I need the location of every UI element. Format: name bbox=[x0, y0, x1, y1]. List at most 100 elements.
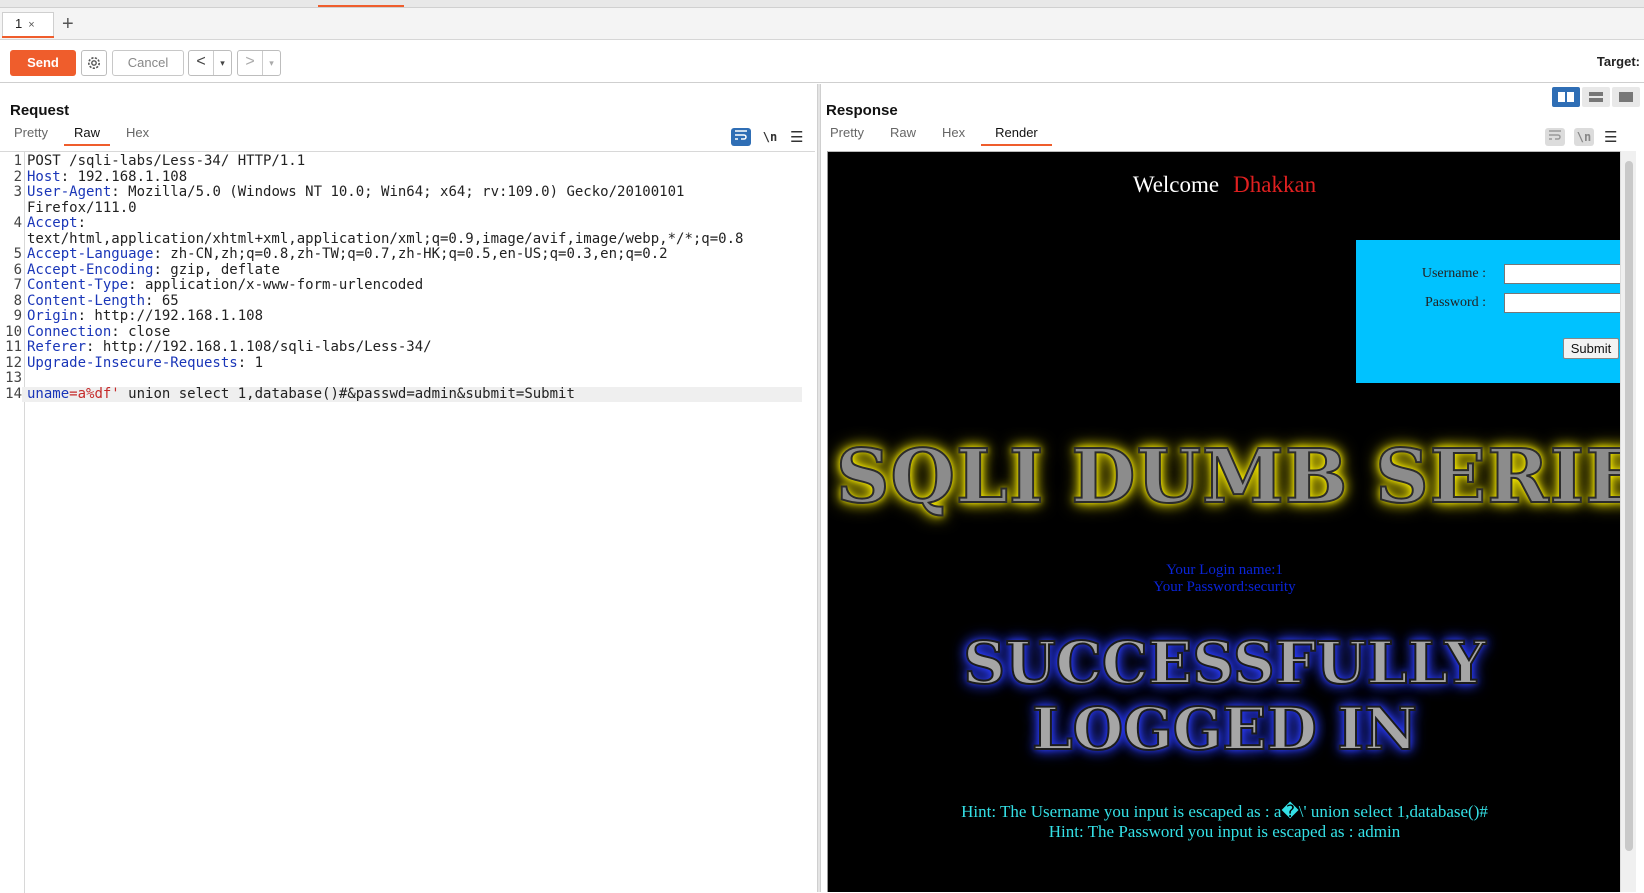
code-line[interactable]: 7 Content-Type: application/x-www-form-ur… bbox=[0, 277, 810, 294]
success-banner-line-2: LOGGED IN bbox=[1031, 695, 1418, 763]
request-tab-hex[interactable]: Hex bbox=[116, 124, 159, 146]
header-name: Connection bbox=[27, 323, 112, 340]
add-tab-icon[interactable]: + bbox=[62, 14, 74, 34]
line-text bbox=[22, 371, 27, 387]
code-line[interactable]: 4 Accept: bbox=[0, 215, 810, 232]
line-number bbox=[0, 201, 22, 217]
header-name: Accept-Language bbox=[27, 246, 154, 262]
code-line[interactable]: 3 User-Agent: Mozilla/5.0 (Windows NT 10.… bbox=[0, 184, 810, 201]
word-wrap-toggle-icon[interactable] bbox=[731, 128, 751, 146]
header-value: : 65 bbox=[145, 292, 179, 309]
password-input[interactable] bbox=[1504, 293, 1620, 313]
header-name: Accept-Encoding bbox=[27, 261, 154, 278]
show-newlines-toggle[interactable]: \n bbox=[760, 128, 780, 146]
forward-nav-group: > ▾ bbox=[237, 50, 281, 76]
request-tab-raw[interactable]: Raw bbox=[63, 124, 110, 146]
header-name: Accept bbox=[27, 215, 78, 231]
welcome-text: Welcome Dhakkan bbox=[828, 172, 1620, 198]
gear-icon bbox=[88, 57, 100, 69]
send-button[interactable]: Send bbox=[10, 50, 76, 76]
forward-arrow-icon[interactable]: > bbox=[238, 51, 262, 75]
submit-button[interactable]: Submit bbox=[1563, 338, 1619, 359]
editor-menu-icon[interactable]: ☰ bbox=[790, 128, 803, 146]
payload-rest: union select 1,database()#&passwd=admin&… bbox=[119, 385, 575, 402]
line-number: 10 bbox=[5, 323, 22, 340]
back-history-dropdown-icon[interactable]: ▾ bbox=[213, 51, 231, 75]
code-line[interactable]: 9 Origin: http://192.168.1.108 bbox=[0, 308, 810, 325]
header-value: : http://192.168.1.108 bbox=[77, 308, 264, 324]
request-view-tabs: Pretty Raw Hex bbox=[4, 124, 165, 146]
response-view-tabs: Pretty Raw Hex Render bbox=[820, 124, 1058, 146]
param-value: a%df' bbox=[77, 385, 120, 402]
sqli-dumb-series-banner: SQLI DUMB SERIES-34 bbox=[835, 433, 1620, 521]
response-title: Response bbox=[826, 102, 898, 119]
request-raw-text[interactable]: 1 POST /sqli-labs/Less-34/ HTTP/1.1 2 Host:… bbox=[0, 153, 810, 402]
login-name-text: Your Login name:1 bbox=[1166, 562, 1283, 578]
forward-history-dropdown-icon[interactable]: ▾ bbox=[262, 51, 280, 75]
success-banner-line-1: SUCCESSFULLY bbox=[962, 629, 1487, 697]
back-arrow-icon[interactable]: < bbox=[189, 51, 213, 75]
scrollbar-thumb[interactable] bbox=[1625, 161, 1633, 851]
code-line[interactable]: 5 Accept-Language: zh-CN,zh;q=0.8,zh-TW;q… bbox=[0, 246, 810, 263]
header-value: : zh-CN,zh;q=0.8,zh-TW;q=0.7,zh-HK;q=0.5… bbox=[153, 246, 668, 262]
request-editor[interactable]: 1 POST /sqli-labs/Less-34/ HTTP/1.1 2 Host:… bbox=[0, 151, 815, 893]
code-line[interactable]: 8 Content-Length: 65 bbox=[0, 292, 810, 310]
tab-active-indicator bbox=[2, 36, 54, 38]
active-tool-tab-indicator bbox=[318, 5, 404, 7]
line-text: Upgrade-Insecure-Requests: 1 bbox=[22, 355, 263, 372]
code-line[interactable]: text/html,application/xhtml+xml,applicat… bbox=[0, 231, 810, 248]
response-tab-raw[interactable]: Raw bbox=[880, 124, 926, 146]
target-label[interactable]: Target: bbox=[1597, 54, 1640, 69]
code-line[interactable]: 13 bbox=[0, 370, 810, 387]
header-value: : bbox=[77, 215, 87, 231]
code-line[interactable]: 2 Host: 192.168.1.108 bbox=[0, 169, 810, 186]
welcome-name: Dhakkan bbox=[1233, 172, 1317, 197]
line-number: 9 bbox=[13, 308, 22, 324]
render-vertical-scrollbar[interactable] bbox=[1620, 151, 1636, 892]
header-name: Content-Length bbox=[27, 292, 146, 309]
response-editor-tools: \n ☰ bbox=[1536, 128, 1617, 146]
header-value: : close bbox=[111, 323, 171, 340]
line-text: uname=a%df' union select 1,database()#&p… bbox=[22, 385, 802, 402]
code-line[interactable]: Firefox/111.0 bbox=[0, 200, 810, 217]
response-tab-render[interactable]: Render bbox=[981, 124, 1052, 146]
code-line[interactable]: 12 Upgrade-Insecure-Requests: 1 bbox=[0, 355, 810, 372]
editor-menu-icon[interactable]: ☰ bbox=[1604, 128, 1617, 146]
login-form: Username : Password : Submit bbox=[1356, 240, 1620, 383]
response-tab-pretty[interactable]: Pretty bbox=[820, 124, 874, 146]
tabbed-layout-icon[interactable] bbox=[1612, 87, 1640, 107]
line-text: Connection: close bbox=[22, 323, 171, 341]
response-tab-hex[interactable]: Hex bbox=[932, 124, 975, 146]
line-number: 6 bbox=[13, 261, 22, 278]
line-number: 4 bbox=[13, 215, 22, 231]
cancel-button[interactable]: Cancel bbox=[112, 50, 184, 76]
stacked-layout-icon[interactable] bbox=[1582, 87, 1610, 107]
code-line[interactable]: 10 Connection: close bbox=[0, 323, 810, 341]
request-tab-pretty[interactable]: Pretty bbox=[4, 124, 58, 146]
word-wrap-toggle-icon[interactable] bbox=[1545, 128, 1565, 146]
repeater-tab-label: 1 bbox=[15, 16, 23, 31]
line-text: Accept-Language: zh-CN,zh;q=0.8,zh-TW;q=… bbox=[22, 246, 668, 263]
repeater-tab-row: 1 × + bbox=[0, 8, 1644, 40]
line-number: 14 bbox=[5, 385, 22, 402]
header-name: Content-Type bbox=[27, 277, 129, 293]
header-value: : http://192.168.1.108/sqli-labs/Less-34… bbox=[86, 339, 432, 355]
escape-hints: Hint: The Username you input is escaped … bbox=[828, 802, 1620, 842]
line-text: Host: 192.168.1.108 bbox=[22, 169, 187, 186]
code-line[interactable]: 11 Referer: http://192.168.1.108/sqli-lab… bbox=[0, 339, 810, 356]
side-by-side-layout-icon[interactable] bbox=[1552, 87, 1580, 107]
code-line[interactable]: 6 Accept-Encoding: gzip, deflate bbox=[0, 261, 810, 279]
line-number: 13 bbox=[5, 370, 22, 386]
settings-button[interactable] bbox=[81, 50, 107, 76]
show-newlines-toggle[interactable]: \n bbox=[1574, 128, 1594, 146]
back-nav-group: < ▾ bbox=[188, 50, 232, 76]
repeater-tab-1[interactable]: 1 × bbox=[2, 12, 54, 38]
username-input[interactable] bbox=[1504, 264, 1620, 284]
code-line[interactable]: 1 POST /sqli-labs/Less-34/ HTTP/1.1 bbox=[0, 153, 810, 170]
layout-toggle-group bbox=[1550, 87, 1640, 107]
request-body-line[interactable]: 14 uname=a%df' union select 1,database()#… bbox=[0, 385, 810, 402]
close-tab-icon[interactable]: × bbox=[28, 19, 34, 31]
request-title: Request bbox=[10, 102, 70, 119]
line-number: 5 bbox=[13, 246, 22, 262]
request-editor-tools: \n ☰ bbox=[722, 128, 803, 146]
